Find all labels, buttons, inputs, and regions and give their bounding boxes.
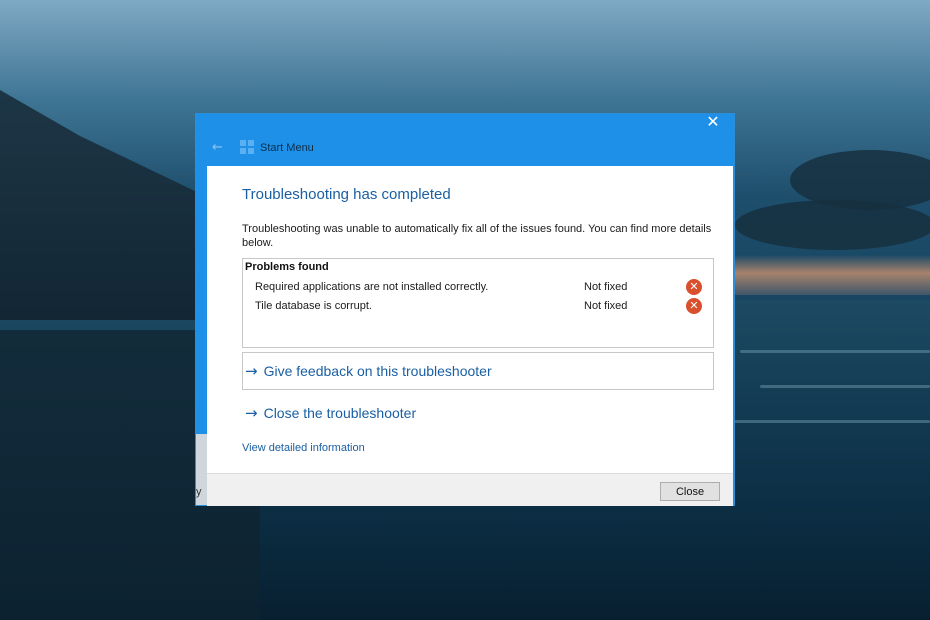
title-bar: ✕ ← Start Menu xyxy=(196,114,734,166)
problems-found-panel: Problems found Required applications are… xyxy=(242,258,714,348)
feedback-link[interactable]: → Give feedback on this troubleshooter xyxy=(245,362,492,384)
wave xyxy=(740,350,930,353)
wave xyxy=(720,420,930,423)
window-title: Start Menu xyxy=(260,142,314,154)
list-item: Tile database is corrupt. Not fixed ✕ xyxy=(255,298,705,316)
dialog-content: Troubleshooting has completed Troublesho… xyxy=(207,166,733,473)
view-detailed-information-link[interactable]: View detailed information xyxy=(242,442,365,454)
start-menu-icon xyxy=(240,140,254,154)
page-title: Troubleshooting has completed xyxy=(242,186,451,203)
wave xyxy=(760,385,930,388)
sunset-glow xyxy=(700,255,930,295)
troubleshooter-window: ✕ ← Start Menu y Troubleshooting has com… xyxy=(196,114,734,506)
dialog-footer: Close xyxy=(207,473,733,506)
problems-title: Problems found xyxy=(245,261,329,273)
feedback-link-label: Give feedback on this troubleshooter xyxy=(263,363,492,379)
error-icon: ✕ xyxy=(686,298,702,314)
error-icon: ✕ xyxy=(686,279,702,295)
close-window-icon[interactable]: ✕ xyxy=(702,114,724,130)
close-troubleshooter-label: Close the troubleshooter xyxy=(263,405,417,421)
close-troubleshooter-link[interactable]: → Close the troubleshooter xyxy=(245,404,416,426)
description-text: Troubleshooting was unable to automatica… xyxy=(242,223,712,249)
list-item: Required applications are not installed … xyxy=(255,279,705,297)
arrow-right-icon: → xyxy=(245,362,258,380)
problem-status: Not fixed xyxy=(584,281,628,293)
back-arrow-icon[interactable]: ← xyxy=(212,140,223,155)
arrow-right-icon: → xyxy=(245,404,258,422)
close-button[interactable]: Close xyxy=(660,482,720,501)
problem-status: Not fixed xyxy=(584,300,628,312)
cloud xyxy=(735,200,930,250)
background-window-text: y xyxy=(196,486,202,498)
problem-description: Required applications are not installed … xyxy=(255,281,489,293)
problem-description: Tile database is corrupt. xyxy=(255,300,372,312)
